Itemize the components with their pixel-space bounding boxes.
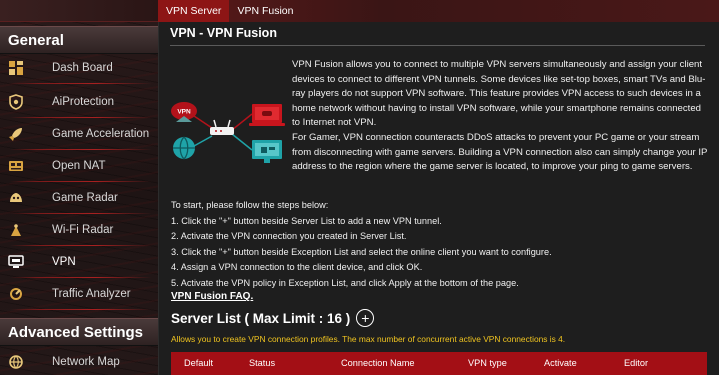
- column-header-vpn-type: VPN type: [468, 358, 507, 368]
- sidebar-item-label: VPN: [52, 256, 76, 268]
- server-table-header: Default Status Connection Name VPN type …: [171, 352, 707, 375]
- step-item: 5. Activate the VPN policy in Exception …: [171, 277, 519, 288]
- radar-icon: [8, 190, 24, 206]
- intro-text: VPN Fusion allows you to connect to mult…: [292, 58, 710, 175]
- vpn-fusion-faq-link[interactable]: VPN Fusion FAQ.: [171, 291, 253, 302]
- sidebar-item-label: Game Acceleration: [52, 128, 150, 140]
- intro-paragraph-2: For Gamer, VPN connection counteracts DD…: [292, 131, 708, 173]
- tab-vpn-fusion[interactable]: VPN Fusion: [229, 0, 301, 22]
- sidebar-section-general: General: [0, 26, 158, 54]
- sidebar-item-label: Traffic Analyzer: [52, 288, 131, 300]
- network-map-icon: [8, 354, 24, 370]
- sidebar-item-game-radar[interactable]: Game Radar: [0, 182, 158, 214]
- step-item: 1. Click the "+" button beside Server Li…: [171, 215, 442, 226]
- column-header-connection-name: Connection Name: [341, 358, 415, 368]
- sidebar-item-aiprotection[interactable]: AiProtection: [0, 86, 158, 118]
- vpn-cloud-icon: VPN: [171, 102, 197, 122]
- column-header-default: Default: [184, 358, 214, 368]
- globe-icon: [173, 136, 195, 160]
- monitor-icon: [252, 140, 282, 163]
- sidebar-item-vpn[interactable]: VPN: [0, 246, 158, 278]
- router-icon: [210, 119, 234, 135]
- steps-intro: To start, please follow the steps below:: [171, 200, 329, 210]
- step-item: 3. Click the "+" button beside Exception…: [171, 246, 552, 257]
- intro-paragraph-1: VPN Fusion allows you to connect to mult…: [292, 59, 706, 129]
- illustration-vpn-label: VPN: [177, 109, 191, 116]
- column-header-status: Status: [249, 358, 276, 368]
- column-header-editor: Editor: [624, 358, 649, 368]
- step-item: 4. Assign a VPN connection to the client…: [171, 262, 423, 272]
- dashboard-icon: [8, 60, 24, 76]
- add-server-button[interactable]: +: [356, 309, 375, 327]
- steps-list: To start, please follow the steps below:…: [171, 198, 711, 291]
- sidebar-top-strip: [0, 0, 158, 22]
- server-list-header: Server List ( Max Limit : 16 ) +: [171, 309, 375, 327]
- sidebar-item-label: Game Radar: [52, 192, 118, 204]
- title-divider: [170, 45, 705, 46]
- server-list-note: Allows you to create VPN connection prof…: [171, 334, 566, 344]
- step-item: 2. Activate the VPN connection you creat…: [171, 231, 407, 241]
- tab-vpn-server[interactable]: VPN Server: [158, 0, 230, 22]
- sidebar-item-traffic-analyzer[interactable]: Traffic Analyzer: [0, 278, 158, 310]
- wifi-radar-icon: [8, 222, 24, 238]
- vpn-icon: [8, 254, 24, 270]
- sidebar-item-label: Dash Board: [52, 62, 113, 74]
- sidebar-item-network-map[interactable]: Network Map: [0, 346, 158, 375]
- sidebar-item-open-nat[interactable]: Open NAT: [0, 150, 158, 182]
- sidebar-item-label: Wi-Fi Radar: [52, 224, 114, 236]
- sidebar-section-label: Advanced Settings: [8, 323, 144, 341]
- shield-icon: [8, 94, 24, 110]
- server-list-title: Server List ( Max Limit : 16 ): [171, 310, 351, 326]
- vpn-fusion-illustration: VPN: [170, 100, 285, 168]
- sidebar-item-label: AiProtection: [52, 96, 115, 108]
- sidebar-section-advanced: Advanced Settings: [0, 318, 158, 346]
- sidebar-section-label: General: [8, 31, 64, 49]
- column-header-activate: Activate: [544, 358, 577, 368]
- nat-icon: [8, 158, 24, 174]
- sidebar-item-wifi-radar[interactable]: Wi-Fi Radar: [0, 214, 158, 246]
- sidebar-item-dashboard[interactable]: Dash Board: [0, 52, 158, 84]
- tab-bar: VPN Server VPN Fusion: [158, 0, 719, 22]
- sidebar-item-label: Network Map: [52, 356, 120, 368]
- page-title: VPN - VPN Fusion: [170, 26, 277, 40]
- sidebar: General Dash Board AiProtection Game Acc…: [0, 0, 158, 375]
- main-panel: VPN Server VPN Fusion VPN - VPN Fusion V…: [158, 0, 719, 375]
- traffic-analyzer-icon: [8, 286, 24, 302]
- laptop-icon: [249, 104, 285, 126]
- sidebar-item-label: Open NAT: [52, 160, 106, 172]
- sidebar-item-game-acceleration[interactable]: Game Acceleration: [0, 118, 158, 150]
- rocket-icon: [8, 126, 24, 142]
